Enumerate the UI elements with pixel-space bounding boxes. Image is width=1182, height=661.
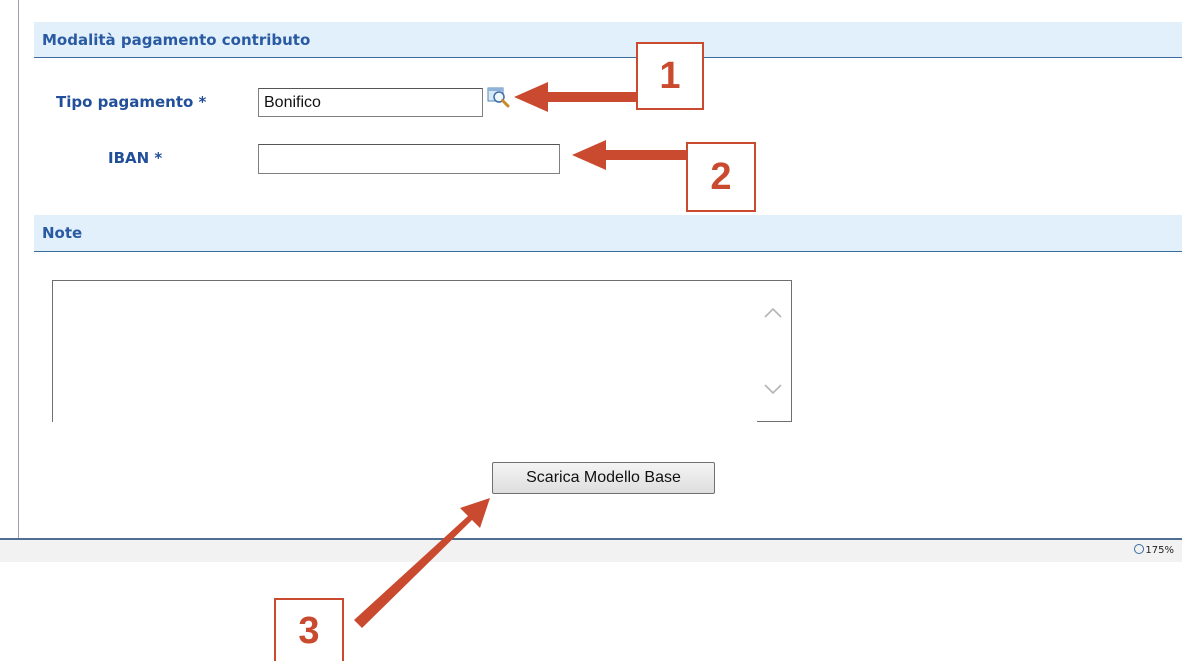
page: Modalità pagamento contributo Tipo pagam… [0,0,1182,661]
zoom-level: 175% [1145,545,1174,556]
notes-container [52,280,792,423]
notes-section-header: Note [34,215,1182,252]
status-bar: 175% [0,538,1182,562]
notes-textarea[interactable] [53,281,757,423]
payment-section-title: Modalità pagamento contributo [42,30,311,49]
callout-1: 1 [636,42,704,110]
callout-2: 2 [686,142,756,212]
iban-label: IBAN * [108,149,163,167]
arrow-2 [572,140,686,170]
notes-section-title: Note [42,224,83,242]
left-border [18,0,19,538]
search-icon[interactable] [487,86,511,108]
callout-3: 3 [274,598,344,661]
payment-section-header: Modalità pagamento contributo [34,22,1182,58]
iban-input[interactable] [258,144,560,174]
chevron-up-icon[interactable] [761,303,785,323]
tipo-pagamento-label: Tipo pagamento * [56,93,207,111]
tipo-pagamento-input[interactable] [258,88,483,117]
arrow-3 [354,498,490,628]
zoom-control[interactable]: 175% [1134,544,1174,556]
scarica-modello-base-button[interactable]: Scarica Modello Base [492,462,715,494]
zoom-icon [1134,544,1145,554]
arrow-1 [514,82,636,112]
chevron-down-icon[interactable] [761,379,785,399]
